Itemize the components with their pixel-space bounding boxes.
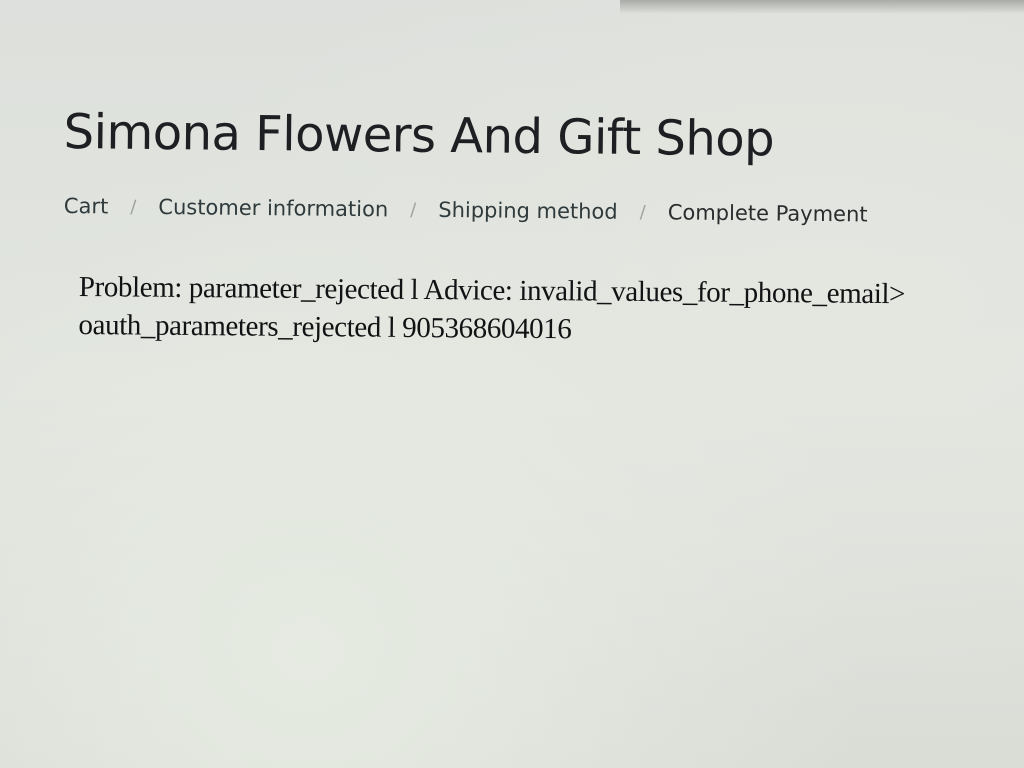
breadcrumb-complete-payment: Complete Payment (667, 200, 868, 227)
breadcrumb-cart[interactable]: Cart (64, 194, 109, 218)
breadcrumb-separator: / (639, 201, 646, 223)
breadcrumb-separator: / (130, 196, 137, 218)
monitor-bezel-edge (620, 0, 1024, 14)
breadcrumb-separator: / (410, 199, 417, 221)
store-title: Simona Flowers And Gift Shop (63, 104, 775, 168)
checkout-page: Simona Flowers And Gift Shop Cart / Cust… (0, 0, 1024, 768)
breadcrumb: Cart / Customer information / Shipping m… (64, 194, 868, 226)
breadcrumb-customer-information[interactable]: Customer information (158, 195, 388, 221)
error-message: Problem: parameter_rejected l Advice: in… (78, 268, 1019, 352)
breadcrumb-shipping-method[interactable]: Shipping method (438, 198, 618, 224)
